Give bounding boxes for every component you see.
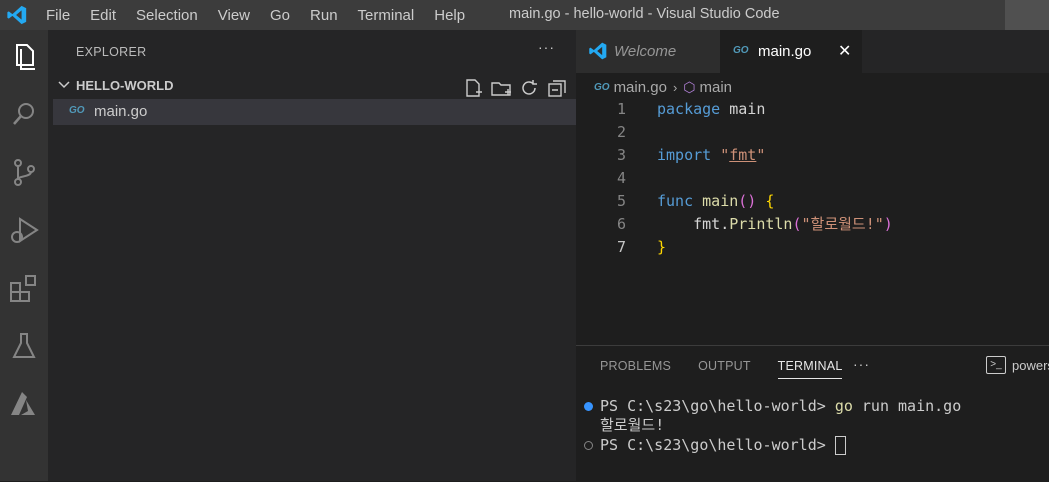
parens: () [738, 192, 757, 210]
search-icon[interactable] [7, 97, 41, 131]
panel-tabs: PROBLEMS OUTPUT TERMINAL [600, 359, 869, 379]
tab-problems[interactable]: PROBLEMS [600, 359, 671, 379]
code-line: 6 fmt.Println("할로월드!") [576, 213, 1049, 236]
code-line: 1 package main [576, 98, 1049, 121]
line-number: 7 [616, 238, 626, 256]
terminal-cursor [834, 436, 846, 455]
code-line: 7 } [576, 236, 1049, 259]
go-file-icon: GO [69, 105, 85, 116]
breadcrumb-file[interactable]: main.go [614, 79, 667, 96]
explorer-more-button[interactable]: ··· [538, 39, 555, 55]
symbol-cube-icon: ⬡ [683, 78, 696, 95]
command-success-dot [584, 402, 593, 411]
extensions-icon[interactable] [7, 271, 41, 305]
string-literal: "할로월드!" [801, 215, 884, 233]
window-title: main.go - hello-world - Visual Studio Co… [509, 6, 780, 22]
bottom-panel: PROBLEMS OUTPUT TERMINAL ··· >_ powers P… [576, 345, 1049, 482]
tab-output[interactable]: OUTPUT [698, 359, 751, 379]
terminal-line: PS C:\s23\go\hello-world> go run main.go [600, 396, 961, 416]
brace: } [657, 238, 667, 256]
chevron-down-icon [58, 78, 76, 93]
keyword: func [657, 192, 694, 210]
menu-run[interactable]: Run [300, 7, 348, 24]
tab-label: Welcome [614, 43, 677, 60]
object: fmt. [693, 215, 730, 233]
menu-go[interactable]: Go [260, 7, 300, 24]
code-line: 4 [576, 167, 1049, 190]
shell-name: powers [1012, 357, 1049, 373]
command-args: run main.go [852, 397, 962, 415]
terminal-icon: >_ [986, 356, 1006, 374]
menu-selection[interactable]: Selection [126, 7, 208, 24]
line-number: 5 [616, 192, 626, 210]
folder-label: HELLO-WORLD [76, 78, 174, 93]
menu-terminal[interactable]: Terminal [348, 7, 425, 24]
window-control-button[interactable] [1005, 0, 1049, 30]
function-call: Println [729, 215, 793, 233]
keyword: package [657, 100, 721, 118]
package-name: main [729, 100, 766, 118]
explorer-sidebar: EXPLORER ··· HELLO-WORLD GO main.go [48, 30, 576, 481]
prompt: PS C:\s23\go\hello-world> [600, 397, 835, 415]
refresh-icon[interactable] [518, 77, 540, 99]
keyword: import [657, 146, 712, 164]
breadcrumb-symbol[interactable]: main [700, 79, 733, 96]
new-folder-icon[interactable] [490, 77, 512, 99]
new-file-icon[interactable] [462, 77, 484, 99]
paren: ( [792, 215, 802, 233]
vscode-icon [589, 42, 607, 60]
code-line: 3 import "fmt" [576, 144, 1049, 167]
terminal-shell-selector[interactable]: >_ powers [986, 356, 1049, 374]
import-path: fmt [729, 146, 757, 164]
tab-label: main.go [758, 43, 812, 60]
menu-view[interactable]: View [208, 7, 260, 24]
testing-icon[interactable] [7, 329, 41, 363]
line-number: 1 [616, 100, 626, 118]
tab-welcome[interactable]: Welcome [576, 30, 720, 73]
activity-bar [0, 30, 48, 481]
line-number: 3 [616, 146, 626, 164]
close-icon[interactable]: ✕ [838, 41, 851, 61]
code-line: 5 func main() { [576, 190, 1049, 213]
folder-actions [462, 77, 568, 99]
collapse-all-icon[interactable] [546, 77, 568, 99]
paren: ) [883, 215, 893, 233]
line-number: 4 [616, 169, 626, 187]
azure-icon[interactable] [7, 387, 41, 421]
brace: { [765, 192, 775, 210]
menu-bar: File Edit Selection View Go Run Terminal… [36, 0, 475, 30]
folder-hello-world[interactable]: HELLO-WORLD [58, 78, 173, 93]
command: go [834, 397, 853, 415]
menu-help[interactable]: Help [424, 7, 475, 24]
chevron-right-icon: › [672, 79, 678, 95]
file-item-main-go[interactable]: GO main.go [53, 99, 576, 125]
editor-tabs: Welcome GO main.go ✕ [576, 30, 1049, 73]
code-line: 2 [576, 121, 1049, 144]
menu-edit[interactable]: Edit [80, 7, 126, 24]
terminal-line: PS C:\s23\go\hello-world> [600, 435, 846, 455]
string-quote: " [756, 146, 766, 164]
terminal-output: 할로월드! [600, 416, 665, 434]
function-name: main [702, 192, 739, 210]
go-file-icon: GO [594, 81, 610, 93]
vscode-logo-icon [7, 5, 27, 25]
files-icon[interactable] [7, 39, 41, 73]
explorer-title: EXPLORER [76, 45, 147, 59]
prompt: PS C:\s23\go\hello-world> [600, 436, 835, 454]
go-file-icon: GO [733, 45, 749, 56]
panel-more-button[interactable]: ··· [853, 356, 870, 372]
breadcrumb: GO main.go › ⬡ main [594, 77, 732, 97]
editor-area: Welcome GO main.go ✕ GO main.go › ⬡ main… [576, 30, 1049, 482]
command-pending-dot [584, 441, 593, 450]
file-name: main.go [94, 103, 148, 120]
title-bar: File Edit Selection View Go Run Terminal… [0, 0, 1049, 30]
line-number: 2 [616, 123, 626, 141]
tab-main-go[interactable]: GO main.go ✕ [720, 30, 862, 73]
line-number: 6 [616, 215, 626, 233]
tab-terminal[interactable]: TERMINAL [777, 359, 843, 379]
source-control-icon[interactable] [7, 155, 41, 189]
string-quote: " [720, 146, 730, 164]
run-debug-icon[interactable] [7, 213, 41, 247]
menu-file[interactable]: File [36, 7, 80, 24]
